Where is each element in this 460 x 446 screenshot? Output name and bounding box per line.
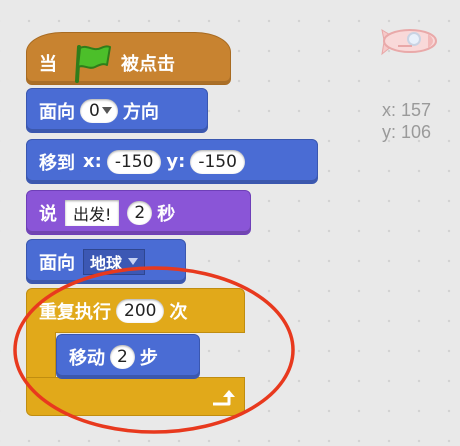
chevron-down-icon <box>128 258 139 265</box>
x-label: x: <box>83 151 102 172</box>
hat-prefix-label: 当 <box>39 53 57 75</box>
rocket-sprite-icon[interactable] <box>376 20 442 62</box>
loop-arrow-icon <box>213 390 235 406</box>
y-coord-value: 106 <box>401 122 432 142</box>
chevron-down-icon <box>101 107 112 114</box>
repeat-block-arm <box>26 332 56 378</box>
sprite-x-coordinate: x: 157 <box>382 100 431 121</box>
point-towards-block[interactable]: 面向 地球 <box>26 239 186 284</box>
y-label: y: <box>166 151 186 172</box>
go-to-xy-block[interactable]: 移到 x: -150 y: -150 <box>26 139 318 184</box>
x-coord-value: 157 <box>401 100 432 120</box>
move-label: 移动 <box>69 347 105 369</box>
direction-suffix-label: 方向 <box>122 101 159 123</box>
point-direction-label: 面向 <box>39 101 75 123</box>
point-in-direction-block[interactable]: 面向 0 方向 <box>26 88 208 133</box>
repeat-count-input[interactable]: 200 <box>116 298 165 323</box>
move-steps-block[interactable]: 移动 2 步 <box>56 334 200 379</box>
direction-value: 0 <box>89 100 100 121</box>
go-to-label: 移到 <box>39 152 75 174</box>
steps-label: 步 <box>139 347 158 369</box>
repeat-block-top: 重复执行 200 次 <box>26 288 245 333</box>
hat-suffix-label: 被点击 <box>121 53 175 75</box>
target-dropdown[interactable]: 地球 <box>83 248 146 275</box>
point-towards-label: 面向 <box>39 252 75 274</box>
target-value: 地球 <box>90 253 123 273</box>
y-value-input[interactable]: -150 <box>190 149 245 174</box>
sprite-y-coordinate: y: 106 <box>382 122 431 143</box>
repeat-label: 重复执行 <box>39 301 111 323</box>
direction-value-input[interactable]: 0 <box>80 98 118 123</box>
move-steps-input[interactable]: 2 <box>110 344 135 369</box>
repeat-block-bottom <box>26 377 245 416</box>
say-label: 说 <box>39 203 57 225</box>
x-value-input[interactable]: -150 <box>106 149 162 174</box>
seconds-label: 秒 <box>157 203 176 225</box>
say-message-input[interactable]: 出发! <box>65 199 120 226</box>
when-flag-clicked-block[interactable]: 当 被点击 <box>26 32 231 85</box>
green-flag-icon <box>75 44 111 83</box>
say-for-secs-block[interactable]: 说 出发! 2 秒 <box>26 190 251 235</box>
x-coord-label: x: <box>382 100 397 120</box>
y-coord-label: y: <box>382 122 397 142</box>
say-seconds-input[interactable]: 2 <box>127 200 153 225</box>
repeat-suffix-label: 次 <box>169 301 188 323</box>
